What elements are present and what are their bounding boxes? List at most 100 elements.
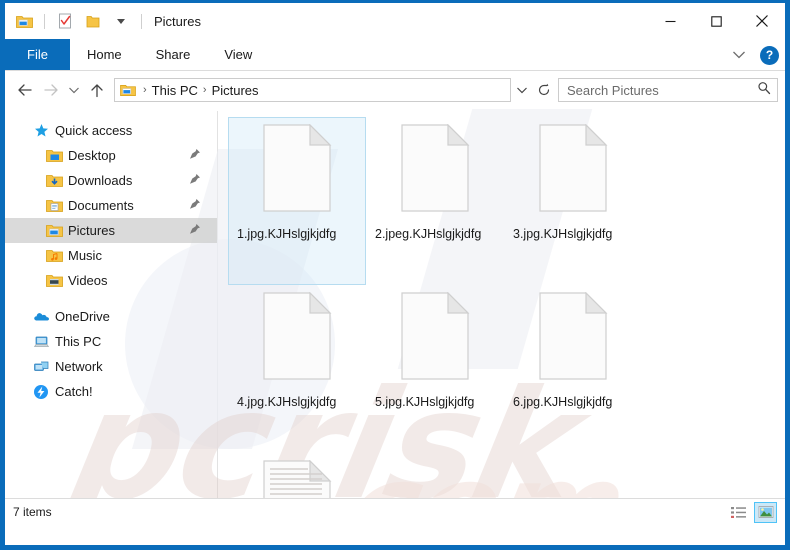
tab-view[interactable]: View — [207, 39, 269, 70]
generic-file-icon — [262, 291, 332, 385]
address-dropdown-chevron-down-icon[interactable] — [511, 78, 533, 102]
forward-button[interactable] — [38, 77, 64, 103]
expand-ribbon-chevron-down-icon[interactable] — [728, 44, 750, 66]
file-item[interactable]: 6.jpg.KJHslgjkjdfg — [504, 285, 642, 453]
quick-access-toolbar — [13, 10, 145, 32]
tab-share[interactable]: Share — [139, 39, 208, 70]
sidebar-label-quick-access: Quick access — [55, 123, 133, 138]
pin-icon-desktop[interactable] — [189, 148, 201, 163]
sidebar-label-network: Network — [55, 359, 103, 374]
maximize-button[interactable] — [693, 3, 739, 39]
sidebar-label-music: Music — [68, 248, 102, 263]
file-name-label: 3.jpg.KJHslgjkjdfg — [513, 227, 613, 241]
search-input[interactable] — [565, 81, 757, 99]
search-box[interactable] — [558, 78, 778, 102]
file-name-label: 1.jpg.KJHslgjkjdfg — [237, 227, 337, 241]
tab-file[interactable]: File — [5, 39, 70, 70]
onedrive-cloud-icon — [32, 309, 50, 325]
up-button[interactable] — [84, 77, 110, 103]
file-name-label: 4.jpg.KJHslgjkjdfg — [237, 395, 337, 409]
sidebar-item-desktop[interactable]: Desktop — [5, 143, 217, 168]
customize-dropdown-icon[interactable] — [110, 10, 132, 32]
pin-icon-pictures[interactable] — [189, 223, 201, 238]
navigation-pane[interactable]: Quick access Desktop Downloads Documents… — [5, 109, 217, 498]
sidebar-label-desktop: Desktop — [68, 148, 116, 163]
generic-file-icon — [400, 291, 470, 385]
generic-file-icon — [400, 123, 470, 217]
close-button[interactable] — [739, 3, 785, 39]
sidebar-item-network[interactable]: Network — [5, 354, 217, 379]
address-bar: › This PC › Pictures — [5, 71, 785, 109]
large-icons-view-button[interactable] — [754, 501, 777, 523]
window-title: Pictures — [154, 13, 201, 29]
file-name-label: 2.jpeg.KJHslgjkjdfg — [375, 227, 482, 241]
sidebar-item-catch[interactable]: Catch! — [5, 379, 217, 404]
pin-icon-downloads[interactable] — [189, 173, 201, 188]
explorer-body: pcrisk .com Quick access — [5, 109, 785, 498]
properties-icon[interactable] — [54, 10, 76, 32]
ribbon-right-controls: ? — [728, 39, 779, 71]
file-name-label: 5.jpg.KJHslgjkjdfg — [375, 395, 475, 409]
ribbon-tabs: File Home Share View ? — [5, 39, 785, 71]
network-icon — [32, 359, 50, 375]
sidebar-label-catch: Catch! — [55, 384, 93, 399]
file-name-label: 6.jpg.KJHslgjkjdfg — [513, 395, 613, 409]
generic-file-icon — [538, 291, 608, 385]
sidebar-label-this-pc: This PC — [55, 334, 102, 349]
back-button[interactable] — [12, 77, 38, 103]
sidebar-item-downloads[interactable]: Downloads — [5, 168, 217, 193]
star-icon — [32, 123, 50, 139]
sidebar-item-documents[interactable]: Documents — [5, 193, 217, 218]
recent-locations-chevron-down-icon[interactable] — [64, 77, 84, 103]
details-view-button[interactable] — [727, 502, 750, 523]
sidebar-item-pictures[interactable]: Pictures — [5, 218, 217, 243]
sidebar-label-downloads: Downloads — [68, 173, 133, 188]
generic-file-icon — [262, 123, 332, 217]
catch-app-icon — [32, 384, 50, 400]
file-item[interactable]: 4.jpg.KJHslgjkjdfg — [228, 285, 366, 453]
breadcrumb-pictures[interactable]: Pictures — [208, 83, 263, 98]
toolbar-separator — [44, 13, 45, 29]
status-bar: 7 items — [5, 498, 785, 524]
sidebar-item-onedrive[interactable]: OneDrive — [5, 304, 217, 329]
sidebar-item-this-pc[interactable]: This PC — [5, 329, 217, 354]
desktop-folder-icon — [45, 148, 63, 164]
sidebar-item-quick-access[interactable]: Quick access — [5, 118, 217, 143]
search-icon[interactable] — [757, 81, 771, 100]
downloads-folder-icon — [45, 173, 63, 189]
documents-folder-icon — [45, 198, 63, 214]
address-right-controls — [511, 78, 778, 102]
sidebar-label-onedrive: OneDrive — [55, 309, 110, 324]
address-breadcrumb-box[interactable]: › This PC › Pictures — [114, 78, 511, 102]
pictures-folder-icon[interactable] — [13, 10, 35, 32]
videos-folder-icon — [45, 273, 63, 289]
sidebar-label-pictures: Pictures — [68, 223, 115, 238]
sidebar-item-videos[interactable]: Videos — [5, 268, 217, 293]
view-mode-buttons — [727, 499, 777, 525]
minimize-button[interactable] — [647, 3, 693, 39]
item-count-label: 7 items — [13, 504, 52, 519]
music-folder-icon — [45, 248, 63, 264]
generic-file-icon — [538, 123, 608, 217]
file-item[interactable]: readme-warning.txt — [228, 453, 366, 498]
file-item[interactable]: 1.jpg.KJHslgjkjdfg — [228, 117, 366, 285]
new-folder-icon[interactable] — [82, 10, 104, 32]
pin-icon-documents[interactable] — [189, 198, 201, 213]
file-explorer-window: Pictures File Home Share View ? › This P… — [0, 0, 790, 550]
file-list-pane[interactable]: 1.jpg.KJHslgjkjdfg 2.jpeg.KJHslgjkjdfg 3… — [218, 109, 785, 498]
breadcrumb-this-pc[interactable]: This PC — [148, 83, 202, 98]
title-bar: Pictures — [5, 3, 785, 39]
sidebar-label-documents: Documents — [68, 198, 134, 213]
file-item[interactable]: 3.jpg.KJHslgjkjdfg — [504, 117, 642, 285]
refresh-icon[interactable] — [533, 78, 555, 102]
pictures-folder-icon — [45, 223, 63, 239]
file-item[interactable]: 5.jpg.KJHslgjkjdfg — [366, 285, 504, 453]
this-pc-icon — [32, 334, 50, 350]
text-file-icon — [262, 459, 332, 498]
help-button[interactable]: ? — [760, 45, 779, 65]
tab-home[interactable]: Home — [70, 39, 139, 70]
sidebar-item-music[interactable]: Music — [5, 243, 217, 268]
sidebar-label-videos: Videos — [68, 273, 108, 288]
file-item[interactable]: 2.jpeg.KJHslgjkjdfg — [366, 117, 504, 285]
